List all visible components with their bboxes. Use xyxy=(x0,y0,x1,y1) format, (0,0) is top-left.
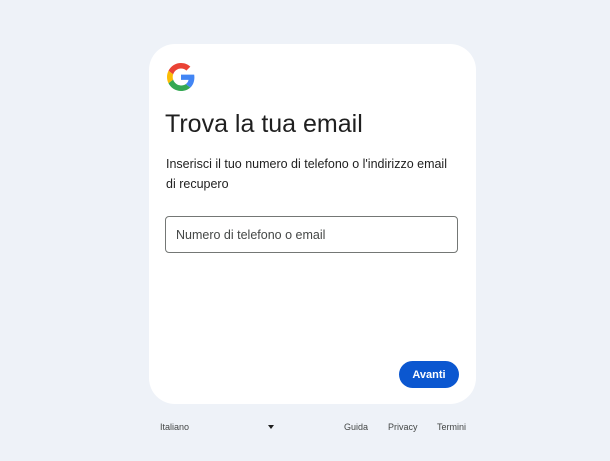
footer: Italiano Guida Privacy Termini xyxy=(0,418,610,436)
terms-link[interactable]: Termini xyxy=(437,418,466,436)
page: Trova la tua email Inserisci il tuo nume… xyxy=(0,0,610,461)
phone-or-email-field xyxy=(165,216,458,253)
page-title: Trova la tua email xyxy=(165,110,363,138)
next-button[interactable]: Avanti xyxy=(399,361,459,388)
language-label: Italiano xyxy=(160,422,190,432)
privacy-link[interactable]: Privacy xyxy=(388,418,418,436)
help-link[interactable]: Guida xyxy=(344,418,368,436)
page-subtitle: Inserisci il tuo numero di telefono o l'… xyxy=(166,157,447,191)
language-selector[interactable]: Italiano xyxy=(152,418,276,436)
phone-or-email-input[interactable] xyxy=(166,217,457,252)
google-logo-icon xyxy=(167,63,195,91)
caret-down-icon xyxy=(268,425,274,429)
